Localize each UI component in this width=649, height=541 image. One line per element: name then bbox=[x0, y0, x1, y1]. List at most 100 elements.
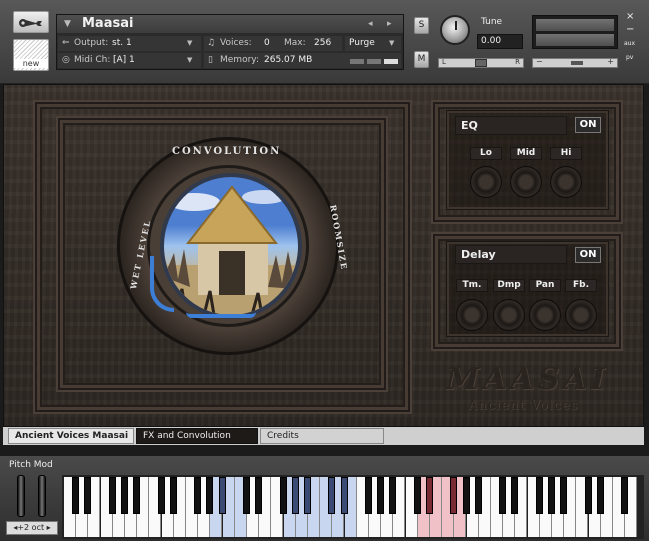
black-key[interactable] bbox=[108, 477, 116, 514]
close-icon[interactable]: × bbox=[626, 11, 634, 22]
volume-handle[interactable] bbox=[571, 61, 583, 65]
new-snapshot-button[interactable]: new bbox=[13, 39, 49, 71]
midi-icon: ◎ bbox=[62, 55, 70, 65]
delay-damp-knob[interactable] bbox=[493, 299, 525, 331]
output-icon: ⇐ bbox=[62, 38, 70, 48]
black-key[interactable] bbox=[328, 477, 336, 514]
purge-dropdown-icon[interactable]: ▼ bbox=[389, 39, 394, 47]
voices-icon: ♫ bbox=[207, 38, 216, 48]
midi-value: [A] 1 bbox=[113, 55, 135, 65]
octave-shift-control[interactable]: ◂+2 oct ▸ bbox=[6, 521, 58, 535]
black-key[interactable] bbox=[121, 477, 128, 514]
volume-meter bbox=[532, 15, 618, 49]
mod-wheel[interactable] bbox=[38, 475, 46, 517]
black-key[interactable] bbox=[291, 477, 299, 514]
pv-button[interactable]: pv bbox=[626, 54, 633, 61]
voices-label: Voices: bbox=[220, 38, 252, 48]
eq-on-button[interactable]: ON bbox=[575, 117, 601, 133]
black-key[interactable] bbox=[548, 477, 555, 514]
black-key[interactable] bbox=[596, 477, 604, 514]
black-key[interactable] bbox=[474, 477, 482, 514]
meter-right bbox=[536, 34, 614, 46]
black-key[interactable] bbox=[206, 477, 214, 514]
black-key[interactable] bbox=[365, 477, 372, 514]
midi-dropdown-icon[interactable]: ▼ bbox=[187, 56, 192, 64]
new-label: new bbox=[14, 59, 48, 68]
delay-feedback-knob[interactable] bbox=[565, 299, 597, 331]
next-instrument-icon[interactable]: ▸ bbox=[387, 19, 392, 29]
collapse-arrow-icon[interactable]: ▼ bbox=[64, 19, 71, 29]
black-key[interactable] bbox=[621, 477, 629, 514]
black-key[interactable] bbox=[584, 477, 592, 514]
tune-knob[interactable] bbox=[440, 15, 470, 45]
minimize-icon[interactable]: − bbox=[626, 24, 634, 35]
delay-pan-knob[interactable] bbox=[529, 299, 561, 331]
max-voices-value[interactable]: 256 bbox=[314, 38, 331, 48]
volume-minus: − bbox=[536, 57, 543, 66]
mute-button[interactable]: M bbox=[414, 51, 429, 68]
black-key[interactable] bbox=[255, 477, 263, 514]
purge-label: Purge bbox=[349, 38, 375, 48]
pan-handle[interactable] bbox=[475, 59, 487, 67]
black-key[interactable] bbox=[426, 477, 433, 514]
tune-value-box[interactable]: 0.00 bbox=[477, 34, 523, 49]
wrench-button[interactable] bbox=[13, 11, 49, 33]
instrument-name[interactable]: Maasai bbox=[82, 16, 133, 31]
black-key[interactable] bbox=[218, 477, 226, 514]
black-key[interactable] bbox=[279, 477, 287, 514]
tune-label: Tune bbox=[481, 17, 503, 27]
black-key[interactable] bbox=[462, 477, 470, 514]
black-key[interactable] bbox=[243, 477, 250, 514]
black-key[interactable] bbox=[72, 477, 80, 514]
pitch-wheel[interactable] bbox=[17, 475, 25, 517]
volume-plus: + bbox=[607, 57, 614, 66]
memory-label: Memory: bbox=[220, 55, 259, 65]
eq-lo-label: Lo bbox=[470, 147, 502, 160]
hut-illustration bbox=[164, 185, 298, 315]
solo-button[interactable]: S bbox=[414, 17, 429, 34]
wrench-icon bbox=[19, 19, 42, 27]
tab-ancient-voices-maasai[interactable]: Ancient Voices Maasai bbox=[8, 428, 134, 444]
pitch-mod-label: Pitch Mod bbox=[9, 460, 53, 470]
memory-bar-3 bbox=[384, 59, 398, 64]
black-key[interactable] bbox=[169, 477, 177, 514]
black-key[interactable] bbox=[84, 477, 92, 514]
brand-subtitle: Ancient Voices bbox=[468, 398, 579, 413]
eq-hi-knob[interactable] bbox=[550, 166, 582, 198]
prev-instrument-icon[interactable]: ◂ bbox=[368, 19, 373, 29]
tab-fx-and-convolution[interactable]: FX and Convolution bbox=[136, 428, 258, 444]
black-key[interactable] bbox=[535, 477, 543, 514]
aux-button[interactable]: aux bbox=[624, 40, 635, 47]
hut-image bbox=[160, 173, 302, 319]
memory-value: 265.07 MB bbox=[264, 55, 313, 65]
black-key[interactable] bbox=[194, 477, 202, 514]
delay-time-knob[interactable] bbox=[456, 299, 488, 331]
roomsize-arc[interactable] bbox=[186, 312, 256, 318]
eq-mid-knob[interactable] bbox=[510, 166, 542, 198]
delay-feedback-label: Fb. bbox=[565, 279, 597, 292]
black-key[interactable] bbox=[560, 477, 568, 514]
delay-title: Delay bbox=[455, 245, 567, 264]
black-key[interactable] bbox=[389, 477, 397, 514]
volume-slider[interactable]: − + bbox=[532, 57, 618, 68]
black-key[interactable] bbox=[340, 477, 348, 514]
black-key[interactable] bbox=[157, 477, 165, 514]
black-key[interactable] bbox=[377, 477, 385, 514]
black-key[interactable] bbox=[413, 477, 421, 514]
eq-lo-knob[interactable] bbox=[470, 166, 502, 198]
max-voices-label: Max: bbox=[284, 38, 306, 48]
pan-slider[interactable]: L R bbox=[438, 58, 524, 68]
delay-damp-label: Dmp bbox=[493, 279, 525, 292]
output-dropdown-icon[interactable]: ▼ bbox=[187, 39, 192, 47]
delay-pan-label: Pan bbox=[529, 279, 561, 292]
brand-logo: MAASAI bbox=[446, 362, 609, 397]
black-key[interactable] bbox=[511, 477, 519, 514]
black-key[interactable] bbox=[133, 477, 141, 514]
output-value: st. 1 bbox=[112, 38, 132, 48]
eq-title: EQ bbox=[455, 116, 567, 135]
tab-credits[interactable]: Credits bbox=[260, 428, 384, 444]
black-key[interactable] bbox=[450, 477, 458, 514]
black-key[interactable] bbox=[304, 477, 311, 514]
delay-on-button[interactable]: ON bbox=[575, 247, 601, 263]
black-key[interactable] bbox=[499, 477, 507, 514]
